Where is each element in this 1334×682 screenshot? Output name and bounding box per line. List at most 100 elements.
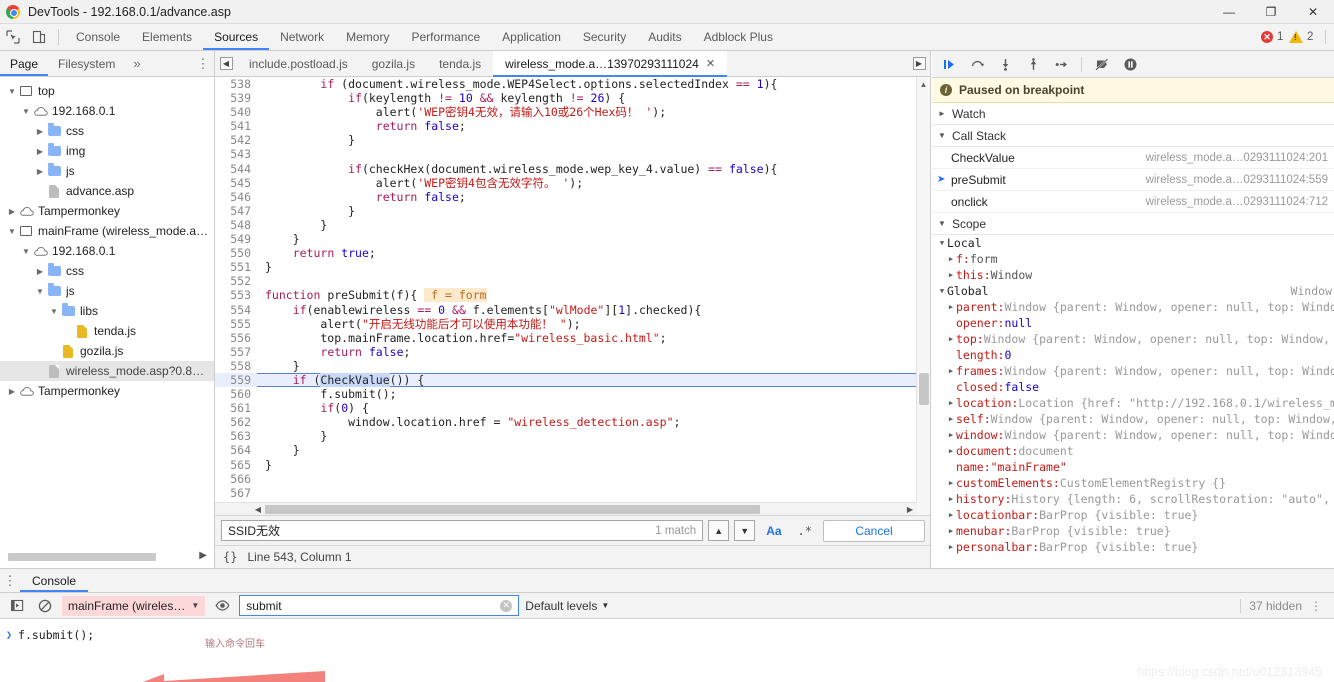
scope-tree[interactable]: ▼ Local ▶ f: form ▶ this: Window ▼ Global Window… [932, 235, 1334, 555]
chevron-right-icon[interactable]: ▶ [946, 395, 956, 411]
file-tree-item[interactable]: ▼ top [0, 81, 214, 101]
line-number[interactable]: 542 [215, 133, 257, 148]
scroll-up-icon[interactable]: ▲ [917, 77, 930, 91]
error-warning-counters[interactable]: ✕ 1 2 [1261, 24, 1334, 50]
step-icon[interactable] [1048, 53, 1074, 75]
scrollbar-thumb[interactable] [919, 373, 929, 405]
code-line[interactable]: 543 [215, 147, 930, 162]
chevron-right-icon[interactable]: ▶ [946, 507, 956, 523]
chevron-right-icon[interactable]: ▶ [946, 331, 956, 347]
line-number[interactable]: 551 [215, 260, 257, 275]
chevron-right-icon[interactable]: ▶ [946, 251, 956, 267]
code-line[interactable]: 552 [215, 274, 930, 289]
file-tree-item[interactable]: ▼ 192.168.0.1 [0, 241, 214, 261]
chevron-down-icon[interactable]: ▼ [34, 287, 46, 296]
editor-tab-wireless-mode[interactable]: wireless_mode.a…13970293111024 ✕ [493, 51, 728, 77]
file-tree-item[interactable]: gozila.js [0, 341, 214, 361]
line-number[interactable]: 566 [215, 471, 257, 486]
file-tree-item[interactable]: ▶ js [0, 161, 214, 181]
console-settings-icon[interactable]: ⋮ [1310, 599, 1322, 613]
code-line[interactable]: 555 alert("开启无线功能后才可以使用本功能！ "); [215, 316, 930, 331]
chevron-right-icon[interactable]: ▶ [6, 207, 18, 216]
chevron-right-icon[interactable]: ▶ [946, 267, 956, 283]
match-case-toggle[interactable]: Aa [761, 524, 786, 538]
nav-tab-page[interactable]: Page [0, 51, 49, 76]
navigator-menu-icon[interactable]: ⋮ [192, 51, 214, 76]
editor-vertical-scrollbar[interactable]: ▲ ▼ [916, 77, 930, 545]
chevron-right-icon[interactable]: ▶ [946, 443, 956, 459]
code-line[interactable]: 540 alert('WEP密钥4无效，请输入10或26个Hex码！ '); [215, 105, 930, 120]
chevron-down-icon[interactable]: ▼ [937, 235, 947, 251]
search-prev-button[interactable]: ▲ [708, 520, 730, 541]
chevron-right-icon[interactable]: ▶ [946, 539, 956, 555]
scope-row[interactable]: ▶ top: Window {parent: Window, opener: nu… [932, 331, 1334, 347]
chevron-right-icon[interactable]: ▶ [34, 167, 46, 176]
line-number[interactable]: 546 [215, 189, 257, 204]
tab-network[interactable]: Network [269, 24, 335, 50]
line-number[interactable]: 565 [215, 457, 257, 472]
scroll-right-icon[interactable]: ▶ [199, 550, 207, 561]
chevron-down-icon[interactable]: ▼ [6, 227, 18, 236]
code-line[interactable]: 559 if (CheckValue()) { [215, 372, 930, 388]
line-number[interactable]: 544 [215, 161, 257, 176]
chevron-down-icon[interactable]: ▼ [48, 307, 60, 316]
scrollbar-thumb[interactable] [8, 553, 156, 561]
nav-tab-filesystem[interactable]: Filesystem [48, 51, 125, 76]
code-line[interactable]: 551} [215, 260, 930, 275]
file-tree-item[interactable]: ▶ img [0, 141, 214, 161]
code-line[interactable]: 558 } [215, 358, 930, 373]
code-line[interactable]: 562 window.location.href = "wireless_det… [215, 415, 930, 430]
scope-row[interactable]: ▶ customElements: CustomElementRegistry {… [932, 475, 1334, 491]
tab-application[interactable]: Application [491, 24, 572, 50]
call-stack-frame[interactable]: CheckValue wireless_mode.a…0293111024:201 [932, 147, 1334, 169]
code-line[interactable]: 547 } [215, 203, 930, 218]
navigator-horizontal-scrollbar[interactable]: ▶ [0, 550, 214, 562]
tab-security[interactable]: Security [572, 24, 637, 50]
code-line[interactable]: 545 alert('WEP密钥4包含无效字符。 '); [215, 175, 930, 190]
scope-row[interactable]: ▶ personalbar: BarProp {visible: true} [932, 539, 1334, 555]
clear-input-icon[interactable]: ✕ [500, 599, 513, 612]
code-line[interactable]: 538 if (document.wireless_mode.WEP4Selec… [215, 77, 930, 92]
execution-context-selector[interactable]: mainFrame (wireles… ▼ [62, 595, 206, 616]
code-line[interactable]: 564 } [215, 443, 930, 458]
tab-scroll-left-button[interactable]: ◀ [215, 51, 237, 76]
editor-tab-gozila[interactable]: gozila.js [360, 51, 427, 76]
code-line[interactable]: 556 top.mainFrame.location.href="wireles… [215, 330, 930, 345]
code-line[interactable]: 563 } [215, 429, 930, 444]
chevron-right-icon[interactable]: ▶ [946, 411, 956, 427]
line-number[interactable]: 554 [215, 302, 257, 317]
file-tree-item[interactable]: ▶ css [0, 121, 214, 141]
chevron-right-icon[interactable]: ▶ [34, 267, 46, 276]
minimize-button[interactable]: — [1208, 0, 1250, 24]
cancel-search-button[interactable]: Cancel [823, 519, 925, 542]
file-tree-item[interactable]: ▶ css [0, 261, 214, 281]
call-stack-frame[interactable]: ➤ preSubmit wireless_mode.a…0293111024:559 [932, 169, 1334, 191]
call-stack-list[interactable]: CheckValue wireless_mode.a…0293111024:201… [932, 147, 1334, 213]
editor-tab-tenda[interactable]: tenda.js [427, 51, 493, 76]
tab-sources[interactable]: Sources [203, 24, 270, 50]
line-number[interactable]: 557 [215, 344, 257, 359]
tab-memory[interactable]: Memory [335, 24, 400, 50]
line-number[interactable]: 558 [215, 358, 257, 373]
line-number[interactable]: 539 [215, 91, 257, 106]
code-line[interactable]: 554 if(enablewireless == 0 && f.elements… [215, 302, 930, 317]
scope-row[interactable]: ▶ self: Window {parent: Window, opener: n… [932, 411, 1334, 427]
chevron-down-icon[interactable]: ▼ [20, 247, 32, 256]
scope-row[interactable]: ▶ menubar: BarProp {visible: true} [932, 523, 1334, 539]
code-line[interactable]: 567 [215, 485, 930, 500]
chevron-down-icon[interactable]: ▼ [6, 87, 18, 96]
code-line[interactable]: 561 if(0) { [215, 401, 930, 416]
call-stack-frame[interactable]: onclick wireless_mode.a…0293111024:712 [932, 191, 1334, 213]
scope-row[interactable]: ▶ document: document [932, 443, 1334, 459]
line-number[interactable]: 559 [215, 372, 257, 388]
resume-script-execution-icon[interactable] [936, 53, 962, 75]
maximize-button[interactable]: ❐ [1250, 0, 1292, 24]
line-number[interactable]: 550 [215, 246, 257, 261]
editor-horizontal-scrollbar[interactable]: ◀ ▶ [215, 502, 917, 515]
scope-row[interactable]: ▼ Global Window [932, 283, 1334, 299]
line-number[interactable]: 553 [215, 288, 257, 303]
code-line[interactable]: 542 } [215, 133, 930, 148]
file-tree-item[interactable]: advance.asp [0, 181, 214, 201]
close-button[interactable]: ✕ [1292, 0, 1334, 24]
code-line[interactable]: 541 return false; [215, 119, 930, 134]
